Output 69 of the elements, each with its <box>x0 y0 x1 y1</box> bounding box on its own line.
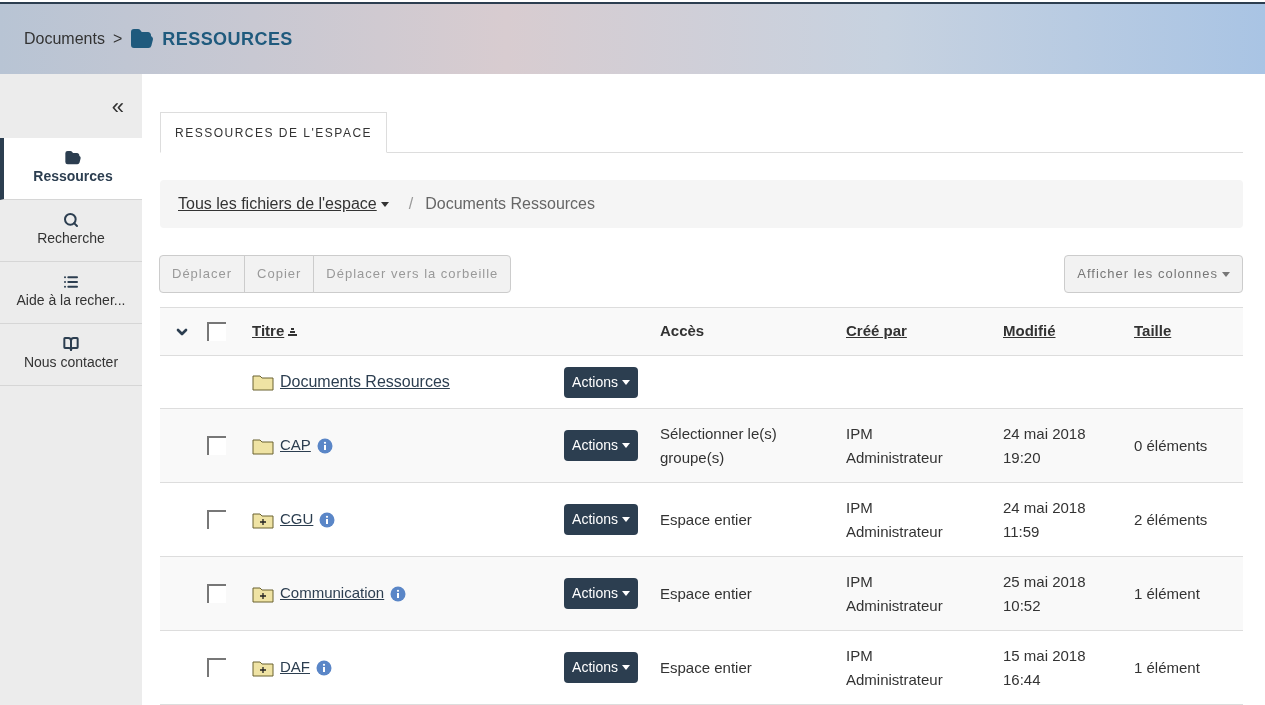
table-cell-text: 24 mai 2018 11:59 <box>1003 497 1087 542</box>
sidebar-item[interactable]: Recherche <box>0 200 142 262</box>
sidebar-item[interactable]: Aide à la recher... <box>0 262 142 324</box>
book-icon <box>63 336 79 352</box>
table-cell-text: IPM Administrateur <box>846 645 944 690</box>
folder-icon <box>65 150 81 166</box>
table-cell-text: 24 mai 2018 19:20 <box>1003 423 1087 468</box>
caret-icon <box>622 665 630 670</box>
actions-button[interactable]: Actions <box>564 652 638 683</box>
actions-button[interactable]: Actions <box>564 430 638 461</box>
table-cell-text: Espace entier <box>660 583 753 604</box>
list-icon <box>63 274 79 290</box>
folder-icon <box>130 27 155 51</box>
column-header[interactable]: Taille <box>1134 320 1172 343</box>
folder-link[interactable]: DAF <box>280 656 310 679</box>
table-cell-text: 15 mai 2018 16:44 <box>1003 645 1087 690</box>
path-link[interactable]: Tous les fichiers de l'espace <box>178 192 389 216</box>
page-title: RESSOURCES <box>162 27 293 51</box>
info-icon[interactable] <box>316 659 332 676</box>
columns-button[interactable]: Afficher les colonnes <box>1064 255 1243 293</box>
folder-icon <box>252 436 274 455</box>
caret-icon <box>622 517 630 522</box>
table-cell-text: IPM Administrateur <box>846 497 944 542</box>
folder-plus-icon <box>252 510 274 529</box>
folder-icon <box>252 373 274 391</box>
table-cell-text: IPM Administrateur <box>846 571 944 616</box>
search-icon <box>63 212 79 228</box>
table-cell-text: Espace entier <box>660 657 753 678</box>
table-cell-text: 1 élément <box>1134 583 1201 604</box>
folder-link[interactable]: Documents Ressources <box>280 370 450 394</box>
tab[interactable]: RESSOURCES DE L'ESPACE <box>160 112 388 153</box>
actions-button[interactable]: Actions <box>564 366 638 398</box>
checkbox[interactable] <box>207 436 226 455</box>
caret-icon <box>1222 271 1230 277</box>
folder-link[interactable]: CAP <box>280 434 311 457</box>
breadcrumb-separator: > <box>112 29 123 49</box>
collapse-button[interactable]: « <box>111 89 124 123</box>
folder-plus-icon <box>252 584 274 603</box>
checkbox[interactable] <box>207 584 226 603</box>
sort-icon <box>288 327 298 336</box>
table-cell-text: 2 éléments <box>1134 509 1209 530</box>
folder-link[interactable]: CGU <box>280 508 314 531</box>
info-icon[interactable] <box>316 437 333 454</box>
breadcrumb-link[interactable]: Documents <box>24 27 105 51</box>
table-cell-text: IPM Administrateur <box>846 423 944 468</box>
column-header[interactable]: Créé par <box>846 320 907 343</box>
table-cell-text: 0 éléments <box>1134 435 1209 456</box>
caret-icon <box>380 202 389 208</box>
path-separator: / <box>408 194 414 214</box>
sidebar-item[interactable]: Nous contacter <box>0 324 142 386</box>
actions-button[interactable]: Actions <box>564 578 638 609</box>
folder-link[interactable]: Communication <box>280 582 385 605</box>
column-header[interactable]: Modifié <box>1003 320 1056 343</box>
table-cell-text: Espace entier <box>660 509 753 530</box>
folder-plus-icon <box>252 658 274 677</box>
table-cell-text: Sélectionner le(s) groupe(s) <box>660 423 778 468</box>
actions-button[interactable]: Actions <box>564 504 638 535</box>
sidebar-item[interactable]: Ressources <box>0 138 142 200</box>
info-icon[interactable] <box>390 585 407 602</box>
info-icon[interactable] <box>319 511 336 528</box>
column-header[interactable]: Titre <box>252 320 298 343</box>
table-cell-text: 1 élément <box>1134 657 1201 678</box>
caret-icon <box>622 379 630 385</box>
checkbox[interactable] <box>207 322 226 341</box>
column-header: Accès <box>660 321 706 342</box>
path-current: Documents Ressources <box>425 194 595 214</box>
caret-icon <box>622 591 630 596</box>
table-cell-text: 25 mai 2018 10:52 <box>1003 571 1087 616</box>
caret-icon <box>622 443 630 448</box>
